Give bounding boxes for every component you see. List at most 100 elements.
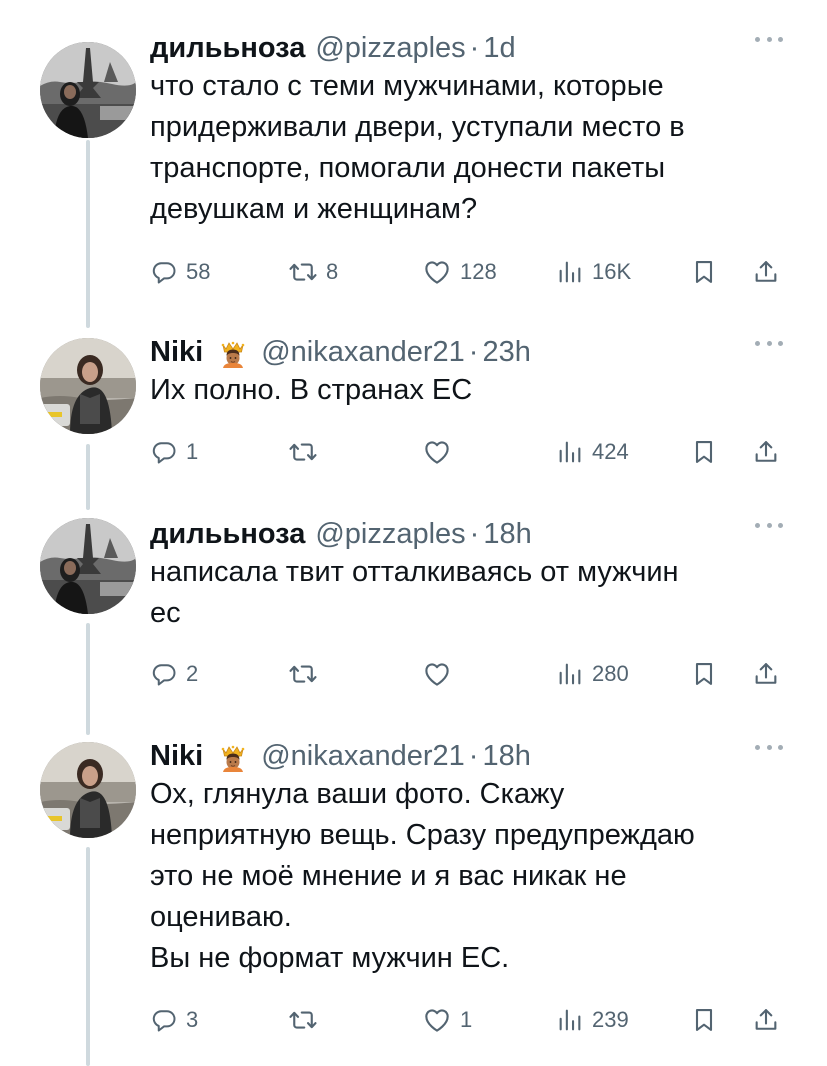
crown-emoji-icon (217, 336, 249, 368)
bookmark-button[interactable] (690, 1000, 718, 1040)
tweet-header: дилььноза @pizzaples · 18h (150, 512, 532, 556)
separator: · (469, 31, 480, 64)
timestamp[interactable]: 23h (482, 336, 530, 369)
reply-button[interactable]: 58 (150, 252, 210, 292)
views-count: 239 (592, 1007, 629, 1032)
avatar[interactable] (40, 742, 136, 838)
repost-icon (288, 1005, 318, 1035)
repost-button[interactable] (288, 654, 318, 694)
like-button[interactable]: 1 (422, 1000, 472, 1040)
views-icon (556, 438, 584, 466)
tweet-text: что стало с теми мужчинами, которые прид… (150, 66, 790, 230)
tweet-text: Ох, глянула ваши фото. Скажу неприятную … (150, 774, 790, 979)
share-button[interactable] (752, 654, 780, 694)
bookmark-icon (690, 258, 718, 286)
author-handle[interactable]: @nikaxander21 (261, 740, 465, 773)
views-icon (556, 258, 584, 286)
more-icon[interactable] (755, 742, 783, 752)
views-button[interactable]: 239 (556, 1000, 629, 1040)
bookmark-button[interactable] (690, 654, 718, 694)
share-button[interactable] (752, 1000, 780, 1040)
like-button[interactable] (422, 654, 452, 694)
heart-icon (422, 257, 452, 287)
bookmark-button[interactable] (690, 252, 718, 292)
tweet-header: Niki @nikaxander21 · 18h (150, 734, 531, 778)
repost-button[interactable] (288, 1000, 318, 1040)
reply-button[interactable]: 3 (150, 1000, 198, 1040)
more-icon[interactable] (755, 520, 783, 530)
reply-count: 1 (186, 439, 199, 464)
more-icon[interactable] (755, 34, 783, 44)
like-count: 1 (460, 1007, 473, 1032)
bookmark-icon (690, 660, 718, 688)
tweet-text: Их полно. В странах ЕС (150, 370, 790, 411)
share-icon (752, 1006, 780, 1034)
tweet-text-line: Их полно. В странах ЕС (150, 374, 473, 406)
reply-icon (150, 438, 178, 466)
tweet[interactable]: Niki @nikaxander21 · 18h Ох, глянула ваш… (0, 734, 827, 1054)
repost-icon (288, 257, 318, 287)
separator: · (469, 517, 480, 550)
share-icon (752, 258, 780, 286)
repost-icon (288, 659, 318, 689)
tweet[interactable]: дилььноза @pizzaples · 18h написала твит… (0, 512, 827, 702)
views-count: 16K (592, 259, 632, 284)
reply-count: 2 (186, 661, 199, 686)
author-name[interactable]: Niki (150, 336, 203, 369)
views-button[interactable]: 16K (556, 252, 631, 292)
timestamp[interactable]: 18h (482, 740, 530, 773)
views-button[interactable]: 424 (556, 432, 629, 472)
avatar[interactable] (40, 518, 136, 614)
repost-icon (288, 437, 318, 467)
share-button[interactable] (752, 432, 780, 472)
views-button[interactable]: 280 (556, 654, 629, 694)
heart-icon (422, 659, 452, 689)
repost-count: 8 (326, 259, 339, 284)
bookmark-icon (690, 1006, 718, 1034)
avatar[interactable] (40, 338, 136, 434)
action-bar: 2 280 (0, 654, 827, 694)
reply-button[interactable]: 2 (150, 654, 198, 694)
tweet-text-line: девушкам и женщинам? (150, 193, 478, 225)
bookmark-button[interactable] (690, 432, 718, 472)
more-icon[interactable] (755, 338, 783, 348)
views-icon (556, 660, 584, 688)
share-icon (752, 438, 780, 466)
reply-button[interactable]: 1 (150, 432, 198, 472)
tweet-text-line: транспорте, помогали донести пакеты (150, 152, 666, 184)
reply-count: 58 (186, 259, 211, 284)
separator: · (468, 335, 479, 368)
reply-icon (150, 258, 178, 286)
crown-emoji-icon (217, 740, 249, 772)
tweet-header: Niki @nikaxander21 · 23h (150, 330, 531, 374)
timestamp[interactable]: 18h (483, 518, 531, 551)
like-button[interactable] (422, 432, 452, 472)
views-count: 280 (592, 661, 629, 686)
author-handle[interactable]: @nikaxander21 (261, 336, 465, 369)
tweet[interactable]: Niki @nikaxander21 · 23h Их полно. В стр… (0, 330, 827, 480)
action-bar: 58 8 128 16K (0, 252, 827, 292)
tweet-text-line: Ох, глянула ваши фото. Скажу (150, 778, 565, 810)
author-name[interactable]: дилььноза (150, 518, 305, 551)
views-icon (556, 1006, 584, 1034)
action-bar: 1 424 (0, 432, 827, 472)
tweet-text: написала твит отталкиваясь от мужчин ес (150, 552, 790, 634)
separator: · (468, 739, 479, 772)
repost-button[interactable] (288, 432, 318, 472)
tweet-text-line: написала твит отталкиваясь от мужчин (150, 556, 679, 588)
avatar[interactable] (40, 42, 136, 138)
views-count: 424 (592, 439, 629, 464)
tweet-text-line: неприятную вещь. Сразу предупреждаю (150, 819, 695, 851)
share-button[interactable] (752, 252, 780, 292)
share-icon (752, 660, 780, 688)
author-handle[interactable]: @pizzaples (315, 32, 465, 65)
tweet-text-line: Вы не формат мужчин ЕС. (150, 942, 510, 974)
author-name[interactable]: Niki (150, 740, 203, 773)
reply-icon (150, 660, 178, 688)
repost-button[interactable]: 8 (288, 252, 338, 292)
timestamp[interactable]: 1d (483, 32, 515, 65)
author-name[interactable]: дилььноза (150, 32, 305, 65)
tweet[interactable]: дилььноза @pizzaples · 1d что стало с те… (0, 26, 827, 296)
like-button[interactable]: 128 (422, 252, 497, 292)
author-handle[interactable]: @pizzaples (315, 518, 465, 551)
